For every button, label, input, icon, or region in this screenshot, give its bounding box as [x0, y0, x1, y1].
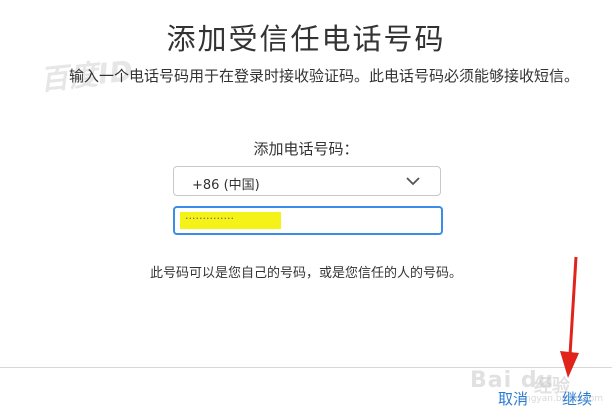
dialog-title: 添加受信任电话号码	[166, 22, 446, 56]
phone-label: 添加电话号码：	[253, 140, 359, 158]
phone-note: 此号码可以是您自己的号码，或是您信任的人的号码。	[149, 266, 462, 281]
country-code-select[interactable]: +86 (中国)	[173, 166, 441, 196]
phone-number-value: ··············	[185, 212, 234, 225]
phone-number-input[interactable]: ··············	[173, 206, 443, 235]
continue-button[interactable]: 继续	[562, 388, 592, 409]
annotation-arrow-icon	[560, 256, 579, 378]
dialog-description: 输入一个电话号码用于在登录时接收验证码。此电话号码必须能够接收短信。	[68, 67, 579, 85]
chevron-down-icon	[406, 177, 420, 186]
cancel-button[interactable]: 取消	[498, 388, 528, 409]
country-code-value: +86 (中国)	[192, 178, 260, 193]
